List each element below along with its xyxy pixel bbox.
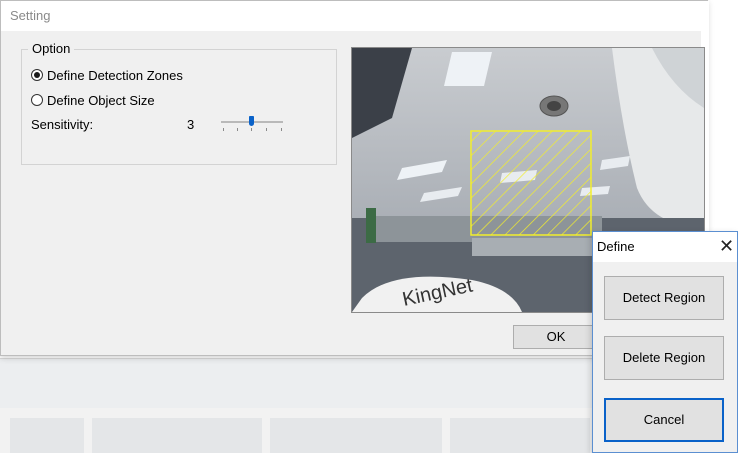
ok-button[interactable]: OK: [513, 325, 599, 349]
sensitivity-label: Sensitivity:: [31, 117, 94, 132]
detect-region-button[interactable]: Detect Region: [604, 276, 724, 320]
slider-tick: [223, 128, 224, 131]
setting-window-title: Setting: [10, 8, 51, 23]
radio-label: Define Object Size: [47, 92, 155, 108]
slider-tick: [281, 128, 282, 131]
define-titlebar[interactable]: Define ✕: [593, 232, 737, 262]
sensitivity-slider[interactable]: [221, 113, 285, 137]
radio-define-object-size[interactable]: Define Object Size: [31, 92, 155, 108]
sensitivity-value: 3: [187, 117, 195, 132]
setting-titlebar[interactable]: Setting: [1, 1, 707, 31]
slider-tick: [237, 128, 238, 131]
background-cell: [92, 418, 262, 453]
radio-label: Define Detection Zones: [47, 67, 183, 83]
cancel-button[interactable]: Cancel: [604, 398, 724, 442]
slider-thumb[interactable]: [249, 116, 254, 126]
radio-unchecked-icon[interactable]: [31, 94, 43, 106]
option-group-legend: Option: [28, 41, 75, 56]
slider-tick: [251, 128, 252, 131]
slider-tick: [266, 128, 267, 131]
close-icon[interactable]: ✕: [719, 236, 734, 256]
define-dialog: Define ✕ Detect Region Delete Region Can…: [592, 231, 738, 453]
radio-define-detection-zones[interactable]: Define Detection Zones: [31, 67, 183, 83]
delete-region-button[interactable]: Delete Region: [604, 336, 724, 380]
background-cell: [270, 418, 442, 453]
background-cell: [450, 418, 590, 453]
radio-checked-icon[interactable]: [31, 69, 43, 81]
background-cell: [10, 418, 84, 453]
define-dialog-title: Define: [597, 239, 635, 254]
